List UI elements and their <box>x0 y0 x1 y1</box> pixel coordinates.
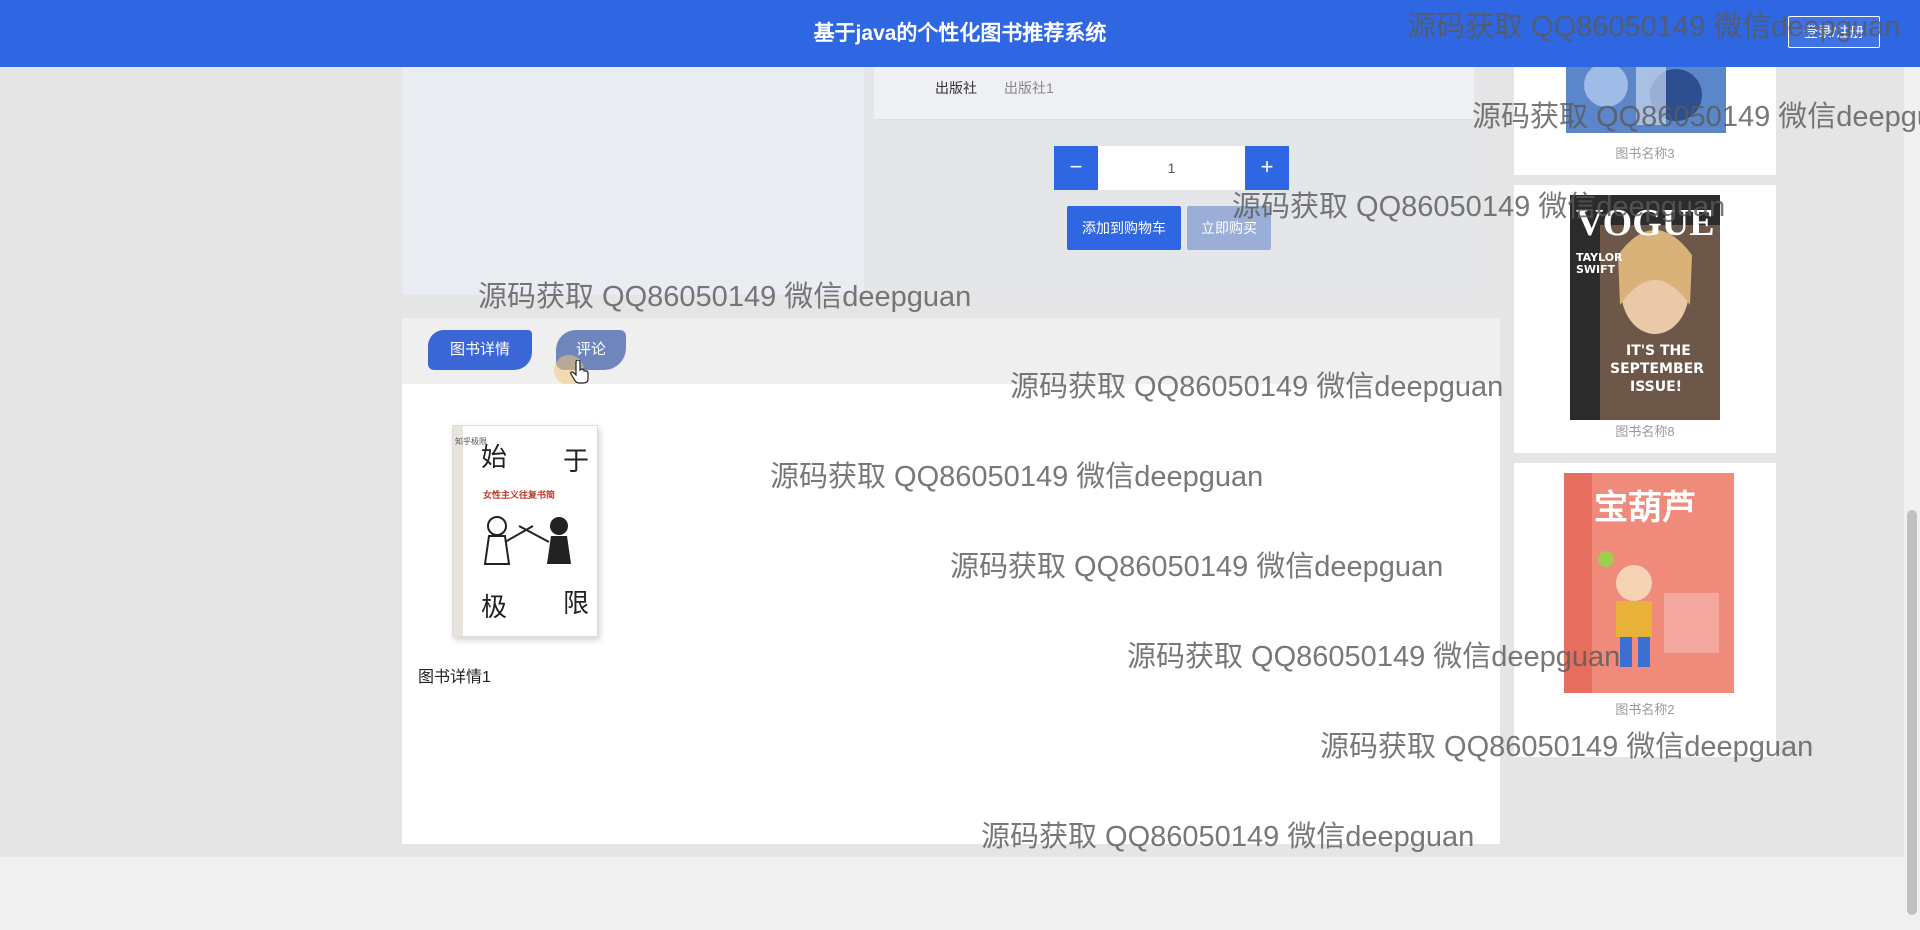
recommend-card[interactable]: VOGUE TAYLOR SWIFT IT'S THE SEPTEMBER IS… <box>1514 185 1776 453</box>
cover-line: ISSUE! <box>1630 379 1682 395</box>
quantity-stepper: − + <box>1054 146 1289 190</box>
login-register-button[interactable]: 登录/注册 <box>1788 16 1880 48</box>
detail-book-cover: 知乎极限 始 于 女性主义往复书简 极 限 <box>452 425 598 637</box>
top-navbar: 基于java的个性化图书推荐系统 登录/注册 <box>0 0 1920 67</box>
vogue-masthead: VOGUE <box>1576 202 1715 244</box>
book-thumbnail-2: 宝葫芦 <box>1564 473 1734 693</box>
book-caption: 图书名称2 <box>1615 702 1675 717</box>
book-details-text: 图书详情1 <box>418 669 491 686</box>
vertical-scrollbar[interactable] <box>1904 0 1920 930</box>
book-caption: 图书名称3 <box>1615 146 1675 161</box>
book-cover-illustration: 知乎极限 始 于 女性主义往复书简 极 限 <box>453 426 589 636</box>
book-thumbnail-8: VOGUE TAYLOR SWIFT IT'S THE SEPTEMBER IS… <box>1570 195 1720 420</box>
buy-now-button[interactable]: 立即购买 <box>1187 206 1271 250</box>
decrease-quantity-button[interactable]: − <box>1054 146 1098 190</box>
cover-subtitle: 女性主义往复书简 <box>483 489 555 501</box>
gourd-title: 宝葫芦 <box>1594 488 1696 528</box>
tab-book-details[interactable]: 图书详情 <box>428 330 532 370</box>
cover-line: SEPTEMBER <box>1610 361 1704 377</box>
quantity-input[interactable] <box>1098 146 1245 190</box>
add-to-cart-button[interactable]: 添加到购物车 <box>1067 206 1181 250</box>
cover-line: SWIFT <box>1576 263 1616 276</box>
hand-cursor-icon <box>570 360 589 384</box>
scrollbar-thumb[interactable] <box>1907 510 1917 915</box>
cover-char-2: 于 <box>563 447 589 477</box>
cover-char-4: 限 <box>563 589 589 619</box>
publisher-value: 出版社1 <box>1004 80 1054 96</box>
recommend-card[interactable]: 图书名称3 <box>1514 55 1776 175</box>
increase-quantity-button[interactable]: + <box>1245 146 1289 190</box>
cover-line: IT'S THE <box>1626 343 1691 359</box>
recommend-card[interactable]: 宝葫芦 图书名称2 <box>1514 463 1776 757</box>
publisher-label: 出版社 <box>935 80 977 96</box>
book-caption: 图书名称8 <box>1615 424 1675 439</box>
cover-char-1: 始 <box>481 443 507 473</box>
book-image-panel <box>402 67 864 295</box>
cover-char-3: 极 <box>481 593 507 623</box>
page-footer <box>0 857 1920 930</box>
app-title: 基于java的个性化图书推荐系统 <box>813 22 1107 45</box>
